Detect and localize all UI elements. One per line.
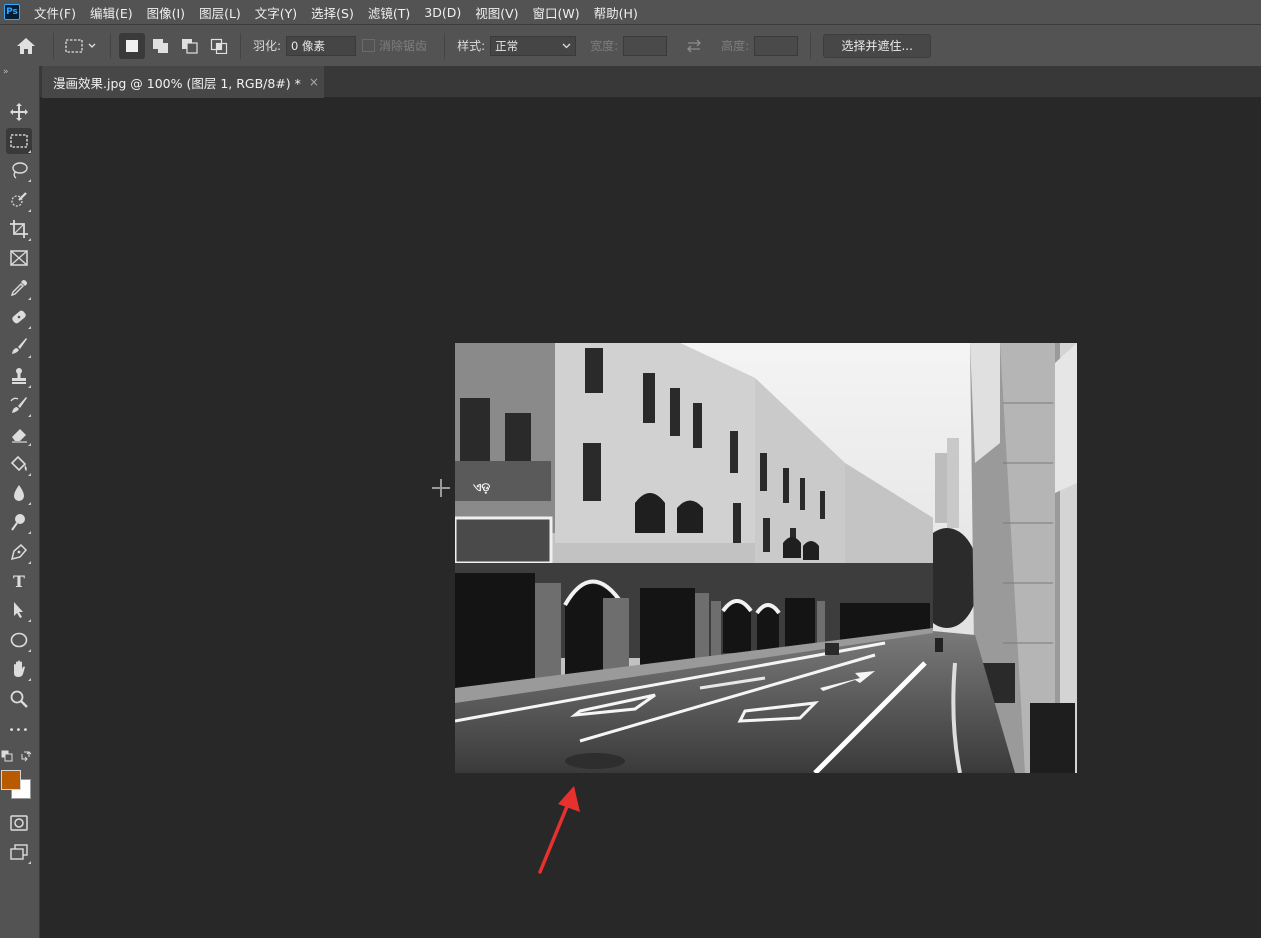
document-image[interactable]: ଏଡ଼: [453, 343, 1077, 775]
menu-filter[interactable]: 滤镜(T): [368, 3, 410, 22]
frame-icon[interactable]: [6, 245, 32, 271]
antialias-checkbox[interactable]: [362, 39, 376, 52]
select-and-mask-button[interactable]: 选择并遮住...: [823, 33, 932, 58]
menu-image[interactable]: 图像(I): [147, 3, 185, 22]
height-input[interactable]: [754, 35, 799, 56]
rect-marquee-icon[interactable]: [6, 128, 32, 154]
document-tab-bar: 漫画效果.jpg @ 100% (图层 1, RGB/8#) * ×: [40, 66, 1261, 98]
feather-label: 羽化:: [253, 39, 282, 53]
document-tab[interactable]: 漫画效果.jpg @ 100% (图层 1, RGB/8#) * ×: [42, 66, 324, 98]
quick-mask-icon[interactable]: [6, 810, 32, 836]
clone-stamp-icon[interactable]: [6, 363, 32, 389]
options-divider: [810, 32, 812, 59]
pen-icon[interactable]: [6, 539, 32, 565]
swap-colors-icon[interactable]: [20, 750, 32, 762]
more-tools-icon[interactable]: •••: [6, 717, 32, 743]
crop-icon[interactable]: [6, 216, 32, 242]
options-divider: [110, 32, 111, 59]
menu-file[interactable]: 文件(F): [34, 3, 76, 22]
options-divider: [444, 32, 446, 59]
collapse-panel-icon[interactable]: »: [3, 67, 9, 77]
menu-type[interactable]: 文字(Y): [255, 3, 297, 22]
quick-select-icon[interactable]: [6, 187, 32, 213]
menu-bar: Ps 文件(F) 编辑(E) 图像(I) 图层(L) 文字(Y) 选择(S) 滤…: [0, 0, 1261, 24]
width-input[interactable]: [623, 35, 668, 56]
dodge-icon[interactable]: [6, 509, 32, 535]
width-label: 宽度:: [590, 39, 619, 53]
crosshair-cursor-icon: [431, 478, 451, 498]
default-colors-icon[interactable]: [1, 750, 13, 762]
paint-bucket-icon[interactable]: [6, 451, 32, 477]
history-brush-icon[interactable]: [6, 392, 32, 418]
close-icon[interactable]: ×: [309, 75, 319, 89]
intersect-selection-icon[interactable]: [206, 33, 232, 59]
options-divider: [53, 32, 54, 59]
healing-brush-icon[interactable]: [6, 304, 32, 330]
menu-select[interactable]: 选择(S): [311, 3, 354, 22]
subtract-from-selection-icon[interactable]: [177, 33, 203, 59]
menu-help[interactable]: 帮助(H): [594, 3, 638, 22]
ellipse-icon[interactable]: [6, 627, 32, 653]
lasso-icon[interactable]: [6, 157, 32, 183]
move-icon[interactable]: [6, 99, 32, 125]
options-bar: 羽化: 0 像素 消除锯齿 样式: 正常 宽度: 高度: 选择并遮住...: [0, 24, 1261, 66]
screen-mode-icon[interactable]: [6, 839, 32, 865]
add-to-selection-icon[interactable]: [148, 33, 174, 59]
blur-icon[interactable]: [6, 480, 32, 506]
menu-3d[interactable]: 3D(D): [424, 5, 461, 20]
chevron-down-icon: [562, 43, 571, 48]
swap-dimensions-icon[interactable]: [681, 33, 707, 59]
menu-edit[interactable]: 编辑(E): [90, 3, 133, 22]
eyedropper-icon[interactable]: [6, 275, 32, 301]
brush-icon[interactable]: [6, 333, 32, 359]
tools-panel: » T •••: [0, 66, 40, 938]
style-label: 样式:: [457, 39, 486, 53]
type-tool-icon[interactable]: T: [6, 568, 32, 594]
new-selection-icon[interactable]: [119, 32, 145, 59]
height-label: 高度:: [721, 39, 750, 53]
zoom-icon[interactable]: [6, 686, 32, 712]
feather-input[interactable]: 0 像素: [286, 35, 357, 56]
menu-view[interactable]: 视图(V): [475, 3, 518, 22]
foreground-color-swatch[interactable]: [1, 770, 21, 790]
style-select[interactable]: 正常: [490, 35, 577, 56]
svg-text:ଏଡ଼: ଏଡ଼: [473, 480, 490, 495]
home-icon[interactable]: [13, 33, 39, 59]
menu-window[interactable]: 窗口(W): [533, 3, 580, 22]
eraser-icon[interactable]: [6, 421, 32, 447]
options-divider: [240, 32, 241, 59]
annotation-arrow-icon: [530, 782, 585, 877]
document-tab-title[interactable]: 漫画效果.jpg @ 100% (图层 1, RGB/8#) *: [53, 73, 301, 92]
antialias-label: 消除锯齿: [379, 39, 428, 53]
tool-preset-picker[interactable]: [62, 33, 102, 59]
path-select-icon[interactable]: [6, 597, 32, 623]
menu-layer[interactable]: 图层(L): [199, 3, 241, 22]
style-select-value: 正常: [495, 38, 519, 53]
photoshop-logo-icon[interactable]: Ps: [4, 4, 20, 20]
hand-icon[interactable]: [6, 656, 32, 682]
